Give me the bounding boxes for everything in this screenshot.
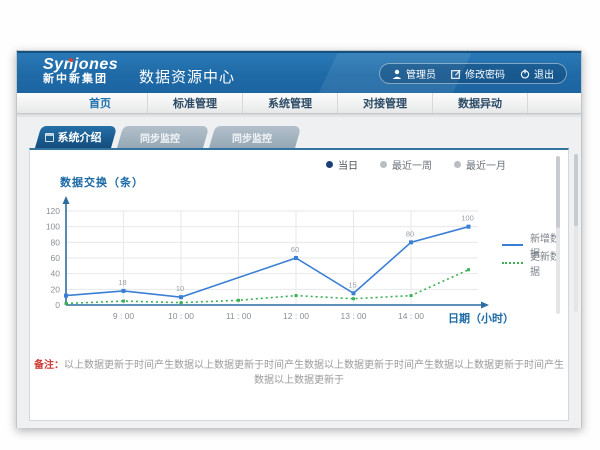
svg-text:80: 80	[406, 229, 414, 238]
edit-icon	[451, 69, 461, 79]
svg-text:9 : 00: 9 : 00	[113, 311, 135, 321]
tab-sync-monitor-2[interactable]: 同步监控	[209, 126, 295, 148]
tab-sync-monitor-1[interactable]: 同步监控	[117, 126, 203, 148]
nav-item-system-mgmt[interactable]: 系统管理	[243, 93, 338, 113]
svg-text:100: 100	[461, 214, 474, 223]
logo-text: Synjones	[43, 57, 118, 74]
svg-text:11 : 00: 11 : 00	[226, 311, 252, 321]
logo-red-dot	[69, 58, 73, 62]
admin-button[interactable]: 管理员	[392, 66, 436, 81]
logo-subtext: 新中新集团	[43, 74, 118, 86]
blue-line-icon	[502, 244, 523, 246]
tab-label: 系统介绍	[58, 129, 102, 145]
chart-panel: 当日 最近一周 最近一月 数据交换（条） 0204060801001209 : …	[29, 148, 569, 421]
main-nav: 首页 标准管理 系统管理 对接管理 数据异动	[17, 93, 581, 114]
svg-text:12 : 00: 12 : 00	[283, 311, 309, 321]
svg-text:120: 120	[46, 206, 60, 216]
nav-item-data-change[interactable]: 数据异动	[433, 93, 528, 113]
nav-item-interface-mgmt[interactable]: 对接管理	[338, 93, 433, 113]
admin-label: 管理员	[406, 66, 436, 81]
footnote-label: 备注：	[34, 360, 64, 371]
page-scrollbar[interactable]	[574, 154, 578, 312]
tab-bar: 系统介绍 同步监控 同步监控	[35, 126, 295, 148]
logout-label: 退出	[534, 66, 554, 81]
svg-text:13 : 00: 13 : 00	[341, 311, 367, 321]
svg-text:0: 0	[55, 300, 60, 310]
panel-scrollbar[interactable]	[556, 156, 560, 314]
power-icon	[520, 69, 530, 79]
tab-label: 同步监控	[232, 130, 272, 145]
logout-button[interactable]: 退出	[520, 66, 554, 81]
svg-text:100: 100	[46, 222, 60, 232]
line-chart: 0 20 40 60 80 100 120 9 : 00 10 : 00 11 : 00 12 : …	[30, 150, 572, 330]
svg-text:15: 15	[348, 280, 356, 289]
tab-system-intro[interactable]: 系统介绍	[35, 126, 111, 148]
app-window: Synjones 新中新集团 数据资源中心 管理员 修改密码	[16, 50, 582, 428]
svg-text:40: 40	[51, 269, 61, 279]
page-title: 数据资源中心	[139, 66, 235, 87]
footnote: 备注：以上数据更新于时间产生数据以上数据更新于时间产生数据以上数据更新于时间产生…	[30, 356, 568, 386]
legend-label: 更新数据	[530, 248, 568, 278]
svg-text:14 : 00: 14 : 00	[398, 311, 424, 321]
svg-text:20: 20	[51, 284, 61, 294]
logo: Synjones 新中新集团	[43, 57, 118, 85]
svg-text:10: 10	[176, 284, 184, 293]
nav-item-standard-mgmt[interactable]: 标准管理	[148, 93, 243, 113]
document-icon	[45, 133, 54, 142]
nav-item-home[interactable]: 首页	[53, 93, 148, 113]
change-password-label: 修改密码	[465, 66, 505, 81]
footnote-text: 以上数据更新于时间产生数据以上数据更新于时间产生数据以上数据更新于时间产生数据以…	[64, 360, 564, 386]
user-icon	[392, 69, 402, 79]
page-background: Synjones 新中新集团 数据资源中心 管理员 修改密码	[0, 0, 600, 450]
content-area: 系统介绍 同步监控 同步监控 当日	[17, 114, 581, 428]
svg-text:80: 80	[51, 237, 61, 247]
user-menu: 管理员 修改密码 退出	[379, 63, 567, 84]
svg-text:10 : 00: 10 : 00	[168, 311, 194, 321]
svg-text:60: 60	[51, 253, 61, 263]
x-axis-title: 日期（小时）	[448, 310, 514, 326]
app-header: Synjones 新中新集团 数据资源中心 管理员 修改密码	[17, 51, 581, 93]
svg-text:18: 18	[118, 278, 126, 287]
tab-label: 同步监控	[140, 130, 180, 145]
green-dotted-line-icon	[502, 262, 523, 264]
svg-text:60: 60	[291, 245, 299, 254]
change-password-button[interactable]: 修改密码	[451, 66, 505, 81]
